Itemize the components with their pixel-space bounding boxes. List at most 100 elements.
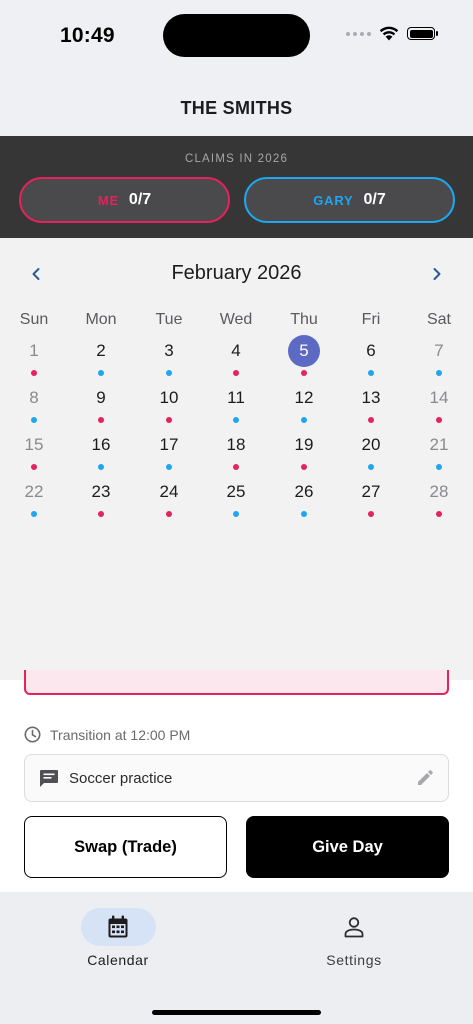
day-number: 9 [96, 388, 106, 407]
day-number: 24 [159, 482, 179, 501]
day-number: 21 [429, 435, 449, 454]
calendar-day[interactable]: 22 [12, 475, 56, 519]
next-month-button[interactable] [425, 262, 449, 286]
pencil-icon[interactable] [416, 769, 434, 787]
calendar-day[interactable]: 4 [214, 334, 258, 378]
owner-dot [368, 511, 374, 517]
day-number: 8 [29, 388, 39, 407]
give-day-button[interactable]: Give Day [246, 816, 449, 878]
calendar-day[interactable]: 25 [214, 475, 258, 519]
day-number: 28 [429, 482, 449, 501]
calendar-day[interactable]: 23 [79, 475, 123, 519]
owner-dot [301, 464, 307, 470]
claim-gary-count: 0/7 [363, 191, 386, 208]
app-header: THE SMITHS [0, 80, 473, 136]
status-icons [346, 26, 438, 41]
day-number: 25 [226, 482, 246, 501]
day-number: 16 [91, 435, 111, 454]
swap-trade-button[interactable]: Swap (Trade) [24, 816, 227, 878]
calendar-day[interactable]: 20 [349, 428, 393, 472]
calendar-day[interactable]: 28 [417, 475, 461, 519]
calendar-day[interactable]: 6 [349, 334, 393, 378]
owner-dot [98, 464, 104, 470]
home-indicator [152, 1010, 321, 1015]
calendar-day[interactable]: 2 [79, 334, 123, 378]
day-number: 23 [91, 482, 111, 501]
owner-dot [233, 464, 239, 470]
note-field[interactable]: Soccer practice [24, 754, 449, 802]
claims-panel: CLAIMS IN 2026 ME 0/7 GARY 0/7 [0, 136, 473, 238]
owner-dot [368, 464, 374, 470]
calendar-day[interactable]: 9 [79, 381, 123, 425]
transition-text: Transition at 12:00 PM [50, 726, 191, 743]
claim-me-button[interactable]: ME 0/7 [19, 177, 230, 223]
owner-dot [301, 511, 307, 517]
owner-dot [436, 370, 442, 376]
weekday-label: Sat [426, 311, 451, 328]
note-text: Soccer practice [69, 769, 173, 787]
calendar-day[interactable]: 8 [12, 381, 56, 425]
owner-dot [436, 511, 442, 517]
status-bar: 10:49 [0, 0, 473, 80]
tab-calendar[interactable]: Calendar [38, 908, 198, 968]
page-title: THE SMITHS [180, 97, 293, 118]
weekday-label: Thu [290, 311, 318, 328]
calendar-day[interactable]: 27 [349, 475, 393, 519]
owner-dot [233, 417, 239, 423]
calendar-day[interactable]: 3 [147, 334, 191, 378]
calendar-day[interactable]: 19 [282, 428, 326, 472]
calendar-day[interactable]: 14 [417, 381, 461, 425]
calendar-day[interactable]: 16 [79, 428, 123, 472]
claim-gary-button[interactable]: GARY 0/7 [244, 177, 455, 223]
owner-dot [301, 417, 307, 423]
day-number: 12 [294, 388, 314, 407]
calendar-day[interactable]: 13 [349, 381, 393, 425]
weekday-label: Sun [19, 311, 49, 328]
owner-dot [98, 511, 104, 517]
calendar-day[interactable]: 11 [214, 381, 258, 425]
dynamic-island [163, 14, 310, 57]
weekday-label: Tue [155, 311, 183, 328]
battery-icon [407, 27, 438, 40]
owner-dot [98, 370, 104, 376]
tab-settings[interactable]: Settings [274, 908, 434, 968]
weekday-label: Wed [219, 311, 253, 328]
day-number: 17 [159, 435, 179, 454]
weekday-label: Fri [361, 311, 381, 328]
owner-dot [368, 417, 374, 423]
day-number: 19 [294, 435, 314, 454]
owner-dot [31, 370, 37, 376]
claims-title: CLAIMS IN 2026 [184, 153, 289, 165]
calendar-day[interactable]: 18 [214, 428, 258, 472]
tab-settings-label: Settings [326, 952, 382, 968]
claim-gary-name: GARY [313, 192, 354, 208]
calendar-day[interactable]: 17 [147, 428, 191, 472]
claim-me-name: ME [97, 192, 119, 208]
calendar-day[interactable]: 7 [417, 334, 461, 378]
calendar-icon [108, 915, 128, 938]
calendar-day[interactable]: 15 [12, 428, 56, 472]
owner-dot [31, 511, 37, 517]
tab-calendar-indicator [80, 908, 156, 946]
calendar-day[interactable]: 26 [282, 475, 326, 519]
day-number: 14 [429, 388, 449, 407]
day-number: 15 [24, 435, 44, 454]
month-title: February 2026 [171, 262, 302, 284]
wifi-icon [379, 26, 399, 41]
calendar-day[interactable]: 1 [12, 334, 56, 378]
status-time: 10:49 [60, 24, 115, 47]
calendar-day[interactable]: 10 [147, 381, 191, 425]
owner-dot [301, 370, 307, 376]
calendar-day[interactable]: 21 [417, 428, 461, 472]
owner-dot [368, 370, 374, 376]
day-number: 6 [366, 341, 376, 360]
day-number: 5 [288, 335, 320, 367]
owner-dot [166, 370, 172, 376]
calendar-day[interactable]: 24 [147, 475, 191, 519]
calendar-day[interactable]: 12 [282, 381, 326, 425]
owner-dot [98, 417, 104, 423]
signal-icon [346, 31, 371, 36]
day-number: 1 [29, 341, 39, 360]
calendar-day[interactable]: 5 [282, 334, 326, 378]
owner-dot [166, 417, 172, 423]
